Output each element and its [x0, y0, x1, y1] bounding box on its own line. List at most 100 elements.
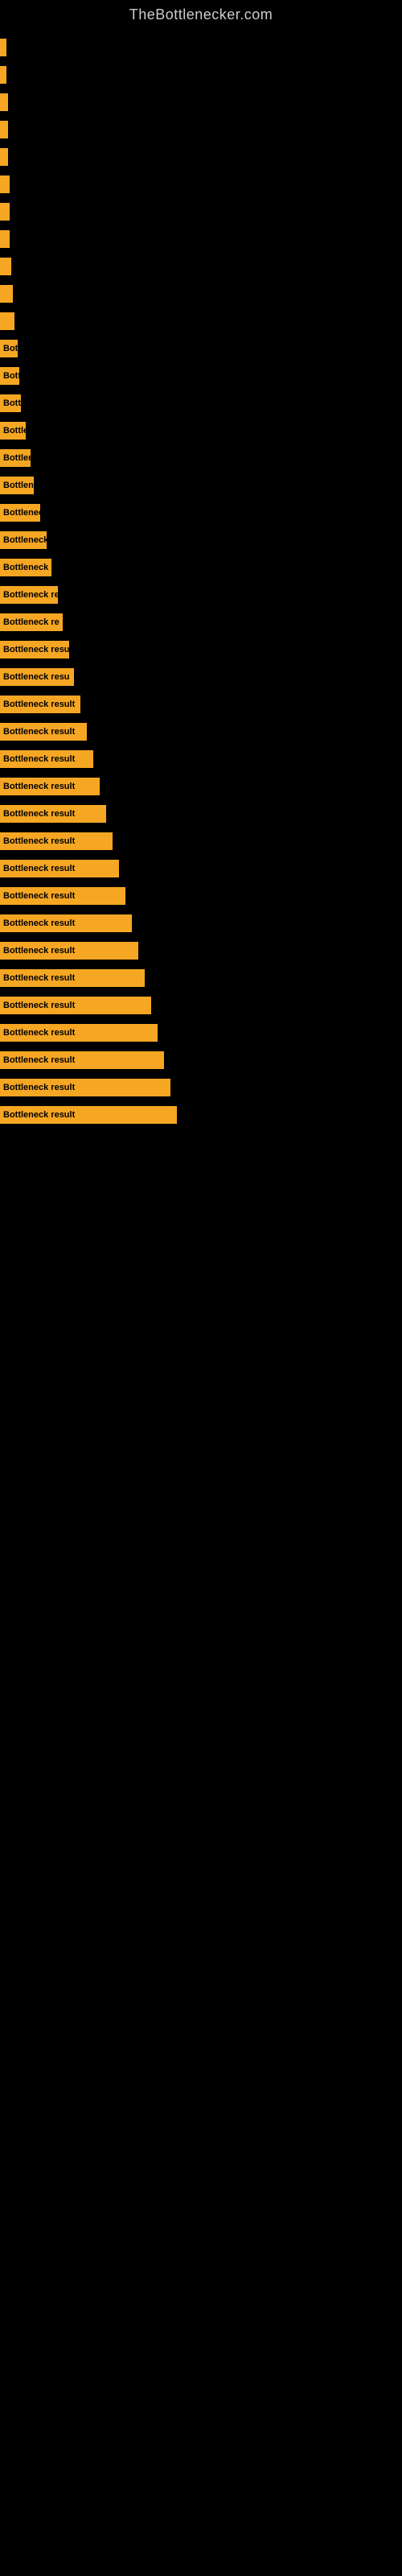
bar-label-18: Bottleneck result [3, 535, 47, 545]
bar-26: Bottleneck result [0, 750, 93, 768]
bar-label-21: Bottleneck re [3, 617, 59, 627]
bars-container: Bott Bott Bott Bottlenec Bottleneck res Bottl… [0, 27, 402, 1129]
bar-row: Bottleneck result [0, 993, 402, 1018]
bar-label-29: Bottleneck result [3, 836, 75, 846]
bar-row: Bottleneck result [0, 746, 402, 772]
bar-row [0, 89, 402, 115]
bar-22: Bottleneck result [0, 641, 69, 658]
bar-row: Bottleneck [0, 473, 402, 498]
bar-label-17: Bottleneck resu [3, 508, 40, 518]
bar-34: Bottleneck result [0, 969, 145, 987]
bar-row: Bottleneck result [0, 1047, 402, 1073]
bar-label-11: Bott [3, 344, 18, 353]
bar-row: Bottleneck result [0, 527, 402, 553]
bar-20: Bottleneck result [0, 586, 58, 604]
bar-label-26: Bottleneck result [3, 754, 75, 764]
bar-row: Bottleneck result [0, 828, 402, 854]
bar-label-14: Bottlenec [3, 426, 26, 436]
bar-36: Bottleneck result [0, 1024, 158, 1042]
bar-row: Bottleneck res [0, 445, 402, 471]
bar-row [0, 308, 402, 334]
bar-row: Bottleneck result [0, 801, 402, 827]
bar-row [0, 199, 402, 225]
bar-label-38: Bottleneck result [3, 1083, 75, 1092]
bar-25: Bottleneck result [0, 723, 87, 741]
bar-5 [0, 175, 10, 193]
bar-39: Bottleneck result [0, 1106, 177, 1124]
bar-15: Bottleneck res [0, 449, 31, 467]
bar-row: Bottleneck result [0, 938, 402, 964]
bar-label-39: Bottleneck result [3, 1110, 75, 1120]
bar-27: Bottleneck result [0, 778, 100, 795]
bar-row: Bottleneck result [0, 1102, 402, 1128]
bar-24: Bottleneck result [0, 696, 80, 713]
bar-label-28: Bottleneck result [3, 809, 75, 819]
bar-row [0, 254, 402, 279]
bar-11: Bott [0, 340, 18, 357]
bar-6 [0, 203, 10, 221]
bar-label-22: Bottleneck result [3, 645, 69, 654]
bar-16: Bottleneck [0, 477, 34, 494]
bar-label-19: Bottleneck resu [3, 563, 51, 572]
bar-row [0, 171, 402, 197]
bar-10 [0, 312, 14, 330]
bar-17: Bottleneck resu [0, 504, 40, 522]
bar-19: Bottleneck resu [0, 559, 51, 576]
bar-row: Bottleneck result [0, 883, 402, 909]
bar-row: Bott [0, 363, 402, 389]
bar-12: Bott [0, 367, 19, 385]
bar-1 [0, 66, 6, 84]
bar-2 [0, 93, 8, 111]
bar-row: Bottleneck result [0, 910, 402, 936]
bar-label-20: Bottleneck result [3, 590, 58, 600]
bar-28: Bottleneck result [0, 805, 106, 823]
bar-row: Bottleneck result [0, 691, 402, 717]
bar-14: Bottlenec [0, 422, 26, 440]
bar-38: Bottleneck result [0, 1079, 170, 1096]
bar-label-24: Bottleneck result [3, 700, 75, 709]
bar-3 [0, 121, 8, 138]
bar-label-36: Bottleneck result [3, 1028, 75, 1038]
bar-30: Bottleneck result [0, 860, 119, 877]
bar-row: Bottleneck resu [0, 664, 402, 690]
bar-7 [0, 230, 10, 248]
bar-row [0, 35, 402, 60]
bar-label-16: Bottleneck [3, 481, 34, 490]
bar-row: Bott [0, 336, 402, 361]
bar-row: Bottleneck result [0, 637, 402, 663]
bar-row: Bottleneck result [0, 1020, 402, 1046]
site-title: TheBottlenecker.com [0, 0, 402, 27]
bar-13: Bott [0, 394, 21, 412]
bar-label-27: Bottleneck result [3, 782, 75, 791]
bar-label-31: Bottleneck result [3, 891, 75, 901]
bar-row [0, 117, 402, 142]
bar-row: Bottleneck result [0, 965, 402, 991]
bar-0 [0, 39, 6, 56]
bar-label-30: Bottleneck result [3, 864, 75, 873]
bar-row: Bott [0, 390, 402, 416]
bar-row [0, 144, 402, 170]
bar-row: Bottleneck result [0, 774, 402, 799]
bar-23: Bottleneck resu [0, 668, 74, 686]
bar-8 [0, 258, 11, 275]
bar-row: Bottleneck result [0, 582, 402, 608]
bar-label-35: Bottleneck result [3, 1001, 75, 1010]
bar-9 [0, 285, 13, 303]
bar-row: Bottleneck result [0, 719, 402, 745]
bar-29: Bottleneck result [0, 832, 113, 850]
bar-35: Bottleneck result [0, 997, 151, 1014]
bar-row [0, 226, 402, 252]
bar-18: Bottleneck result [0, 531, 47, 549]
bar-row: Bottleneck result [0, 856, 402, 881]
bar-label-23: Bottleneck resu [3, 672, 70, 682]
bar-label-34: Bottleneck result [3, 973, 75, 983]
bar-label-33: Bottleneck result [3, 946, 75, 956]
bar-row: Bottleneck re [0, 609, 402, 635]
bar-label-32: Bottleneck result [3, 919, 75, 928]
bar-label-25: Bottleneck result [3, 727, 75, 737]
bar-33: Bottleneck result [0, 942, 138, 960]
bar-21: Bottleneck re [0, 613, 63, 631]
bar-row [0, 62, 402, 88]
bar-row [0, 281, 402, 307]
bar-label-12: Bott [3, 371, 19, 381]
